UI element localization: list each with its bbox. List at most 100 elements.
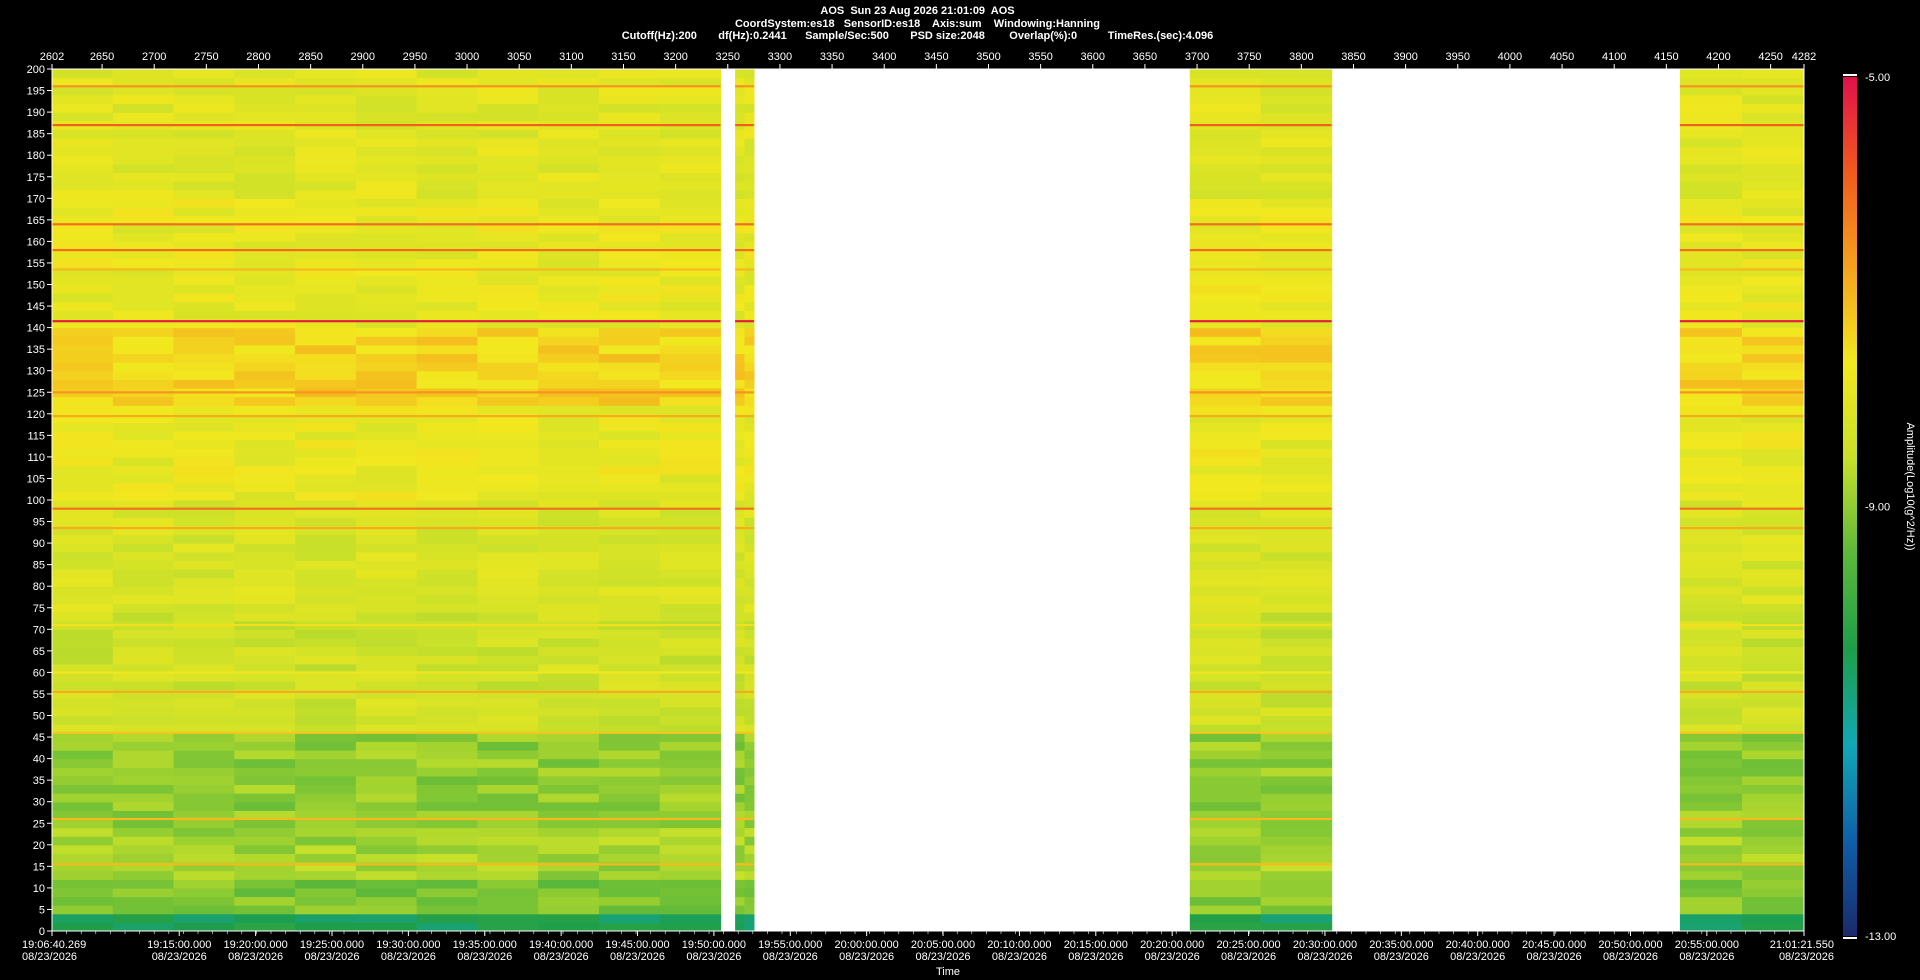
heatmap-cell (234, 301, 296, 311)
spectral-line (52, 671, 721, 674)
heatmap-cell (1742, 232, 1804, 242)
heatmap-cell (1679, 793, 1743, 803)
heatmap-cell (1679, 482, 1743, 492)
heatmap-cell (234, 138, 296, 148)
heatmap-cell (1742, 431, 1804, 441)
heatmap-cell (1189, 681, 1262, 691)
heatmap-cell (1742, 275, 1804, 286)
heatmap-cell (1742, 224, 1804, 234)
heatmap-cell (598, 508, 661, 518)
heatmap-cell (416, 327, 478, 337)
date-tick-label: 08/23/2026 (992, 951, 1047, 963)
heatmap-cell (416, 706, 478, 717)
heatmap-cell (659, 112, 722, 122)
heatmap-cell (234, 370, 296, 380)
heatmap-cell (1189, 827, 1262, 837)
heatmap-cell (744, 465, 755, 475)
heatmap-cell (735, 379, 746, 389)
heatmap-cell (598, 448, 661, 458)
heatmap-cell (1260, 853, 1333, 863)
heatmap-cell (234, 103, 296, 113)
heatmap-cell (1742, 887, 1804, 898)
heatmap-cell (477, 586, 539, 596)
heatmap-cell (1260, 793, 1333, 803)
spectral-line (1189, 124, 1332, 127)
date-tick-label: 08/23/2026 (610, 951, 665, 963)
heatmap-cell (1742, 344, 1804, 354)
date-tick-label: 08/23/2026 (916, 951, 971, 963)
heatmap-cell (477, 750, 539, 760)
heatmap-cell (1189, 913, 1262, 923)
heatmap-cell (1742, 698, 1804, 708)
date-tick-label: 08/23/2026 (839, 951, 894, 963)
heatmap-cell (477, 698, 539, 708)
heatmap-cell (355, 129, 418, 139)
heatmap-cell (234, 86, 296, 96)
heatmap-cell (744, 879, 755, 889)
heatmap-cell (173, 456, 235, 467)
time-tick-label: 20:45:00.000 (1522, 939, 1586, 951)
heatmap-cell (112, 155, 175, 165)
heatmap-cell (355, 232, 418, 242)
y-tick-label: 40 (33, 754, 45, 766)
heatmap-cell (538, 86, 600, 96)
heatmap-cell (295, 629, 357, 639)
heatmap-cell (1260, 327, 1333, 337)
spectral-line (1679, 85, 1804, 88)
heatmap-cell (598, 629, 661, 639)
heatmap-cell (1742, 94, 1804, 105)
heatmap-cell (1679, 138, 1743, 148)
heatmap-cell (659, 138, 722, 148)
heatmap-cell (744, 698, 755, 708)
heatmap-cell (744, 94, 755, 105)
heatmap-cell (355, 370, 418, 380)
heatmap-cell (355, 594, 418, 604)
heatmap-cell (1679, 189, 1743, 199)
heatmap-cell (1189, 801, 1262, 811)
heatmap-cell (52, 86, 114, 96)
heatmap-cell (1260, 422, 1333, 432)
heatmap-cell (735, 448, 746, 458)
heatmap-cell (173, 767, 235, 777)
heatmap-cell (538, 655, 600, 665)
heatmap-cell (416, 715, 478, 725)
heatmap-cell (234, 474, 296, 484)
heatmap-cell (112, 474, 175, 484)
heatmap-cell (1742, 586, 1804, 596)
heatmap-cell (538, 569, 600, 579)
heatmap-cell (1679, 775, 1743, 785)
heatmap-cell (234, 896, 296, 906)
top-tick-label: 3000 (455, 51, 479, 63)
heatmap-cell (735, 206, 746, 217)
heatmap-cell (1742, 603, 1804, 613)
colorbar-bottom-marker (1843, 937, 1857, 939)
heatmap-cell (173, 94, 235, 105)
heatmap-cell (112, 750, 175, 760)
heatmap-cell (659, 698, 722, 708)
heatmap-cell (52, 551, 114, 561)
heatmap-cell (659, 146, 722, 156)
heatmap-cell (173, 69, 235, 79)
heatmap-cell (173, 629, 235, 639)
heatmap-cell (112, 775, 175, 785)
heatmap-cell (112, 439, 175, 449)
heatmap-cell (1260, 258, 1333, 268)
heatmap-cell (1742, 172, 1804, 182)
heatmap-cell (416, 379, 478, 389)
heatmap-cell (659, 163, 722, 173)
heatmap-cell (416, 224, 478, 234)
heatmap-cell (52, 163, 114, 173)
heatmap-cell (538, 275, 600, 286)
heatmap-cell (112, 706, 175, 717)
heatmap-cell (234, 69, 296, 79)
heatmap-cell (659, 870, 722, 880)
heatmap-cell (659, 301, 722, 311)
heatmap-cell (598, 793, 661, 803)
y-tick-label: 85 (33, 560, 45, 572)
time-tick-label: 19:20:00.000 (223, 939, 287, 951)
heatmap-cell (744, 138, 755, 148)
heatmap-cell (355, 517, 418, 527)
heatmap-cell (173, 293, 235, 303)
heatmap-cell (416, 172, 478, 182)
heatmap-cell (416, 422, 478, 432)
